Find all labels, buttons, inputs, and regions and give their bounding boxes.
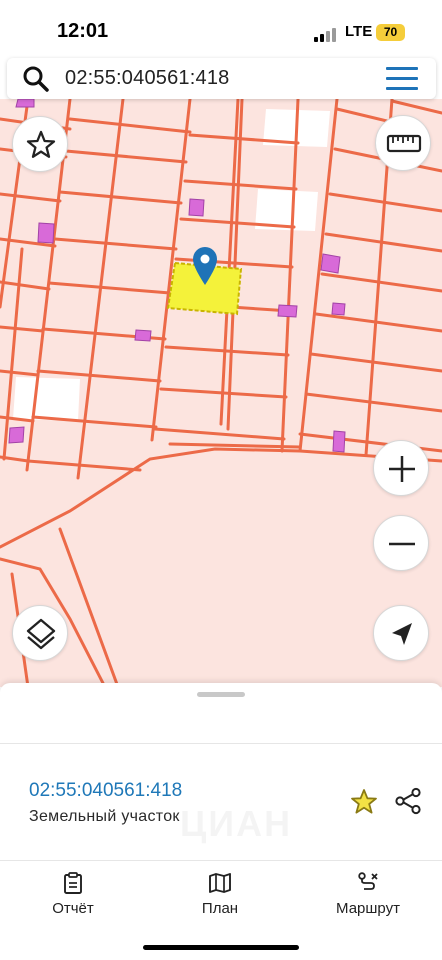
cadastral-map[interactable] bbox=[0, 99, 442, 687]
divider bbox=[0, 743, 442, 744]
layers-button[interactable] bbox=[12, 605, 68, 661]
search-input[interactable]: 02:55:040561:418 bbox=[65, 67, 229, 90]
favorite-star-icon[interactable] bbox=[349, 787, 379, 817]
route-icon bbox=[358, 872, 378, 890]
home-indicator[interactable] bbox=[143, 945, 299, 950]
star-outline-icon bbox=[26, 130, 56, 158]
hamburger-menu-icon[interactable] bbox=[386, 67, 420, 91]
tab-report[interactable]: Отчёт bbox=[13, 871, 133, 917]
search-bar[interactable]: 02:55:040561:418 bbox=[7, 58, 436, 99]
navigation-arrow-icon bbox=[392, 623, 412, 645]
ruler-button[interactable] bbox=[375, 115, 431, 171]
ruler-icon bbox=[386, 134, 422, 153]
status-bar: 12:01 LTE 70 bbox=[0, 0, 442, 60]
parcel-info-sheet[interactable]: ЦИАН 02:55:040561:418 Земельный участок … bbox=[0, 683, 442, 960]
clipboard-icon bbox=[64, 872, 82, 894]
tab-report-label: Отчёт bbox=[52, 900, 94, 917]
sheet-drag-handle[interactable] bbox=[197, 692, 245, 697]
favorite-button[interactable] bbox=[12, 116, 68, 172]
locate-button[interactable] bbox=[373, 605, 429, 661]
tab-route[interactable]: Маршрут bbox=[308, 871, 428, 917]
search-icon[interactable] bbox=[22, 65, 50, 93]
signal-icon bbox=[314, 26, 336, 42]
bottom-tab-bar: Отчёт План Маршрут bbox=[0, 861, 442, 921]
minus-icon bbox=[389, 542, 415, 546]
watermark-logo: ЦИАН bbox=[180, 803, 292, 845]
share-icon[interactable] bbox=[393, 786, 423, 816]
map-canvas[interactable] bbox=[0, 99, 442, 687]
zoom-out-button[interactable] bbox=[373, 515, 429, 571]
status-time: 12:01 bbox=[57, 20, 109, 42]
layers-icon bbox=[26, 618, 56, 650]
parcel-type: Земельный участок bbox=[29, 808, 180, 825]
battery-icon: 70 bbox=[376, 24, 405, 41]
plus-icon bbox=[389, 456, 415, 482]
network-label: LTE bbox=[345, 23, 373, 40]
tab-plan[interactable]: План bbox=[160, 871, 280, 917]
parcel-number[interactable]: 02:55:040561:418 bbox=[29, 780, 182, 802]
map-icon bbox=[209, 873, 231, 893]
zoom-in-button[interactable] bbox=[373, 440, 429, 496]
tab-route-label: Маршрут bbox=[336, 900, 400, 917]
tab-plan-label: План bbox=[201, 900, 239, 917]
